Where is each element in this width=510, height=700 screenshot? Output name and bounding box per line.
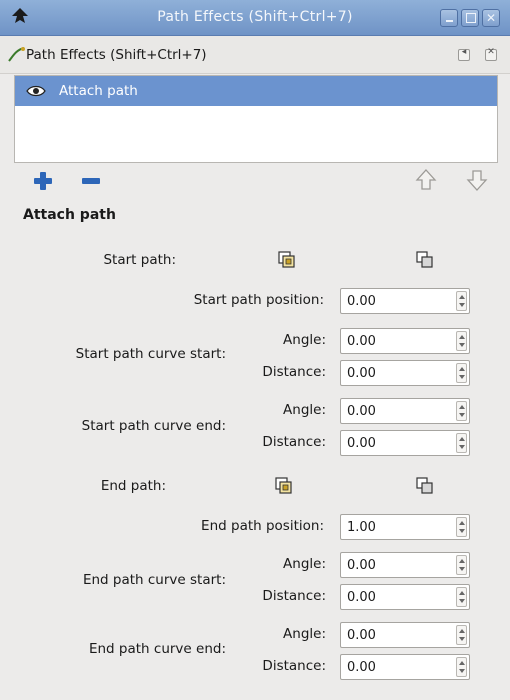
- distance-label: Distance:: [262, 658, 326, 674]
- edit-on-canvas-icon[interactable]: [274, 476, 294, 496]
- section-title: Attach path: [23, 207, 116, 223]
- spinbox-value: 0.00: [347, 590, 376, 605]
- dock-close-button[interactable]: ✕: [485, 47, 497, 61]
- spinbox-value: 0.00: [347, 628, 376, 643]
- spin-arrows-icon[interactable]: [456, 555, 467, 575]
- angle-label: Angle:: [283, 332, 326, 348]
- start-curve-end-angle-spinbox[interactable]: 0.00: [340, 398, 470, 424]
- effect-label: Attach path: [59, 83, 138, 99]
- distance-label: Distance:: [262, 588, 326, 604]
- minimize-button[interactable]: [440, 9, 458, 27]
- spinbox-value: 0.00: [347, 660, 376, 675]
- paste-path-icon[interactable]: [415, 250, 435, 270]
- arrow-down-icon[interactable]: [466, 168, 488, 192]
- edit-on-canvas-icon[interactable]: [277, 250, 297, 270]
- start-curve-end-distance-spinbox[interactable]: 0.00: [340, 430, 470, 456]
- end-curve-end-angle-spinbox[interactable]: 0.00: [340, 622, 470, 648]
- end-path-position-label: End path position:: [201, 518, 324, 534]
- add-effect-button[interactable]: [34, 172, 52, 190]
- spin-arrows-icon[interactable]: [456, 625, 467, 645]
- spin-arrows-icon[interactable]: [456, 291, 467, 311]
- close-icon: ✕: [487, 47, 495, 57]
- spinbox-value: 0.00: [347, 366, 376, 381]
- maximize-button[interactable]: [461, 9, 479, 27]
- start-curve-start-label: Start path curve start:: [75, 346, 226, 362]
- end-curve-end-distance-spinbox[interactable]: 0.00: [340, 654, 470, 680]
- path-effects-icon: [8, 47, 25, 62]
- end-path-position-spinbox[interactable]: 1.00: [340, 514, 470, 540]
- start-path-label: Start path:: [103, 252, 176, 268]
- iconify-icon: ◂: [461, 47, 467, 57]
- start-curve-end-label: Start path curve end:: [81, 418, 226, 434]
- start-path-position-spinbox[interactable]: 0.00: [340, 288, 470, 314]
- spin-arrows-icon[interactable]: [456, 433, 467, 453]
- arrow-up-icon[interactable]: [415, 168, 437, 192]
- angle-label: Angle:: [283, 402, 326, 418]
- spinbox-value: 0.00: [347, 558, 376, 573]
- dock-header: Path Effects (Shift+Ctrl+7) ◂ ✕: [0, 36, 510, 74]
- window-titlebar[interactable]: Path Effects (Shift+Ctrl+7) ✕: [0, 0, 510, 36]
- paste-path-icon[interactable]: [415, 476, 435, 496]
- eye-visibility-icon[interactable]: [26, 84, 46, 98]
- spin-arrows-icon[interactable]: [456, 363, 467, 383]
- spin-arrows-icon[interactable]: [456, 657, 467, 677]
- angle-label: Angle:: [283, 626, 326, 642]
- start-curve-start-distance-spinbox[interactable]: 0.00: [340, 360, 470, 386]
- end-path-label: End path:: [100, 478, 166, 494]
- spinbox-value: 0.00: [347, 334, 376, 349]
- spinbox-value: 1.00: [347, 520, 376, 535]
- effect-list[interactable]: Attach path: [14, 75, 498, 163]
- spinbox-value: 0.00: [347, 294, 376, 309]
- close-button[interactable]: ✕: [482, 9, 500, 27]
- end-curve-start-label: End path curve start:: [82, 572, 226, 588]
- spin-arrows-icon[interactable]: [456, 517, 467, 537]
- close-icon: ✕: [485, 11, 497, 25]
- dock-iconify-button[interactable]: ◂: [458, 47, 470, 61]
- effect-list-item[interactable]: Attach path: [15, 76, 497, 106]
- spinbox-value: 0.00: [347, 404, 376, 419]
- dock-title: Path Effects (Shift+Ctrl+7): [26, 47, 207, 63]
- end-curve-start-angle-spinbox[interactable]: 0.00: [340, 552, 470, 578]
- spinbox-value: 0.00: [347, 436, 376, 451]
- end-curve-end-label: End path curve end:: [88, 641, 226, 657]
- distance-label: Distance:: [262, 364, 326, 380]
- angle-label: Angle:: [283, 556, 326, 572]
- spin-arrows-icon[interactable]: [456, 331, 467, 351]
- spin-arrows-icon[interactable]: [456, 401, 467, 421]
- distance-label: Distance:: [262, 434, 326, 450]
- remove-effect-button[interactable]: [82, 178, 100, 184]
- end-curve-start-distance-spinbox[interactable]: 0.00: [340, 584, 470, 610]
- spin-arrows-icon[interactable]: [456, 587, 467, 607]
- start-curve-start-angle-spinbox[interactable]: 0.00: [340, 328, 470, 354]
- window-title: Path Effects (Shift+Ctrl+7): [157, 9, 353, 25]
- start-path-position-label: Start path position:: [193, 292, 324, 308]
